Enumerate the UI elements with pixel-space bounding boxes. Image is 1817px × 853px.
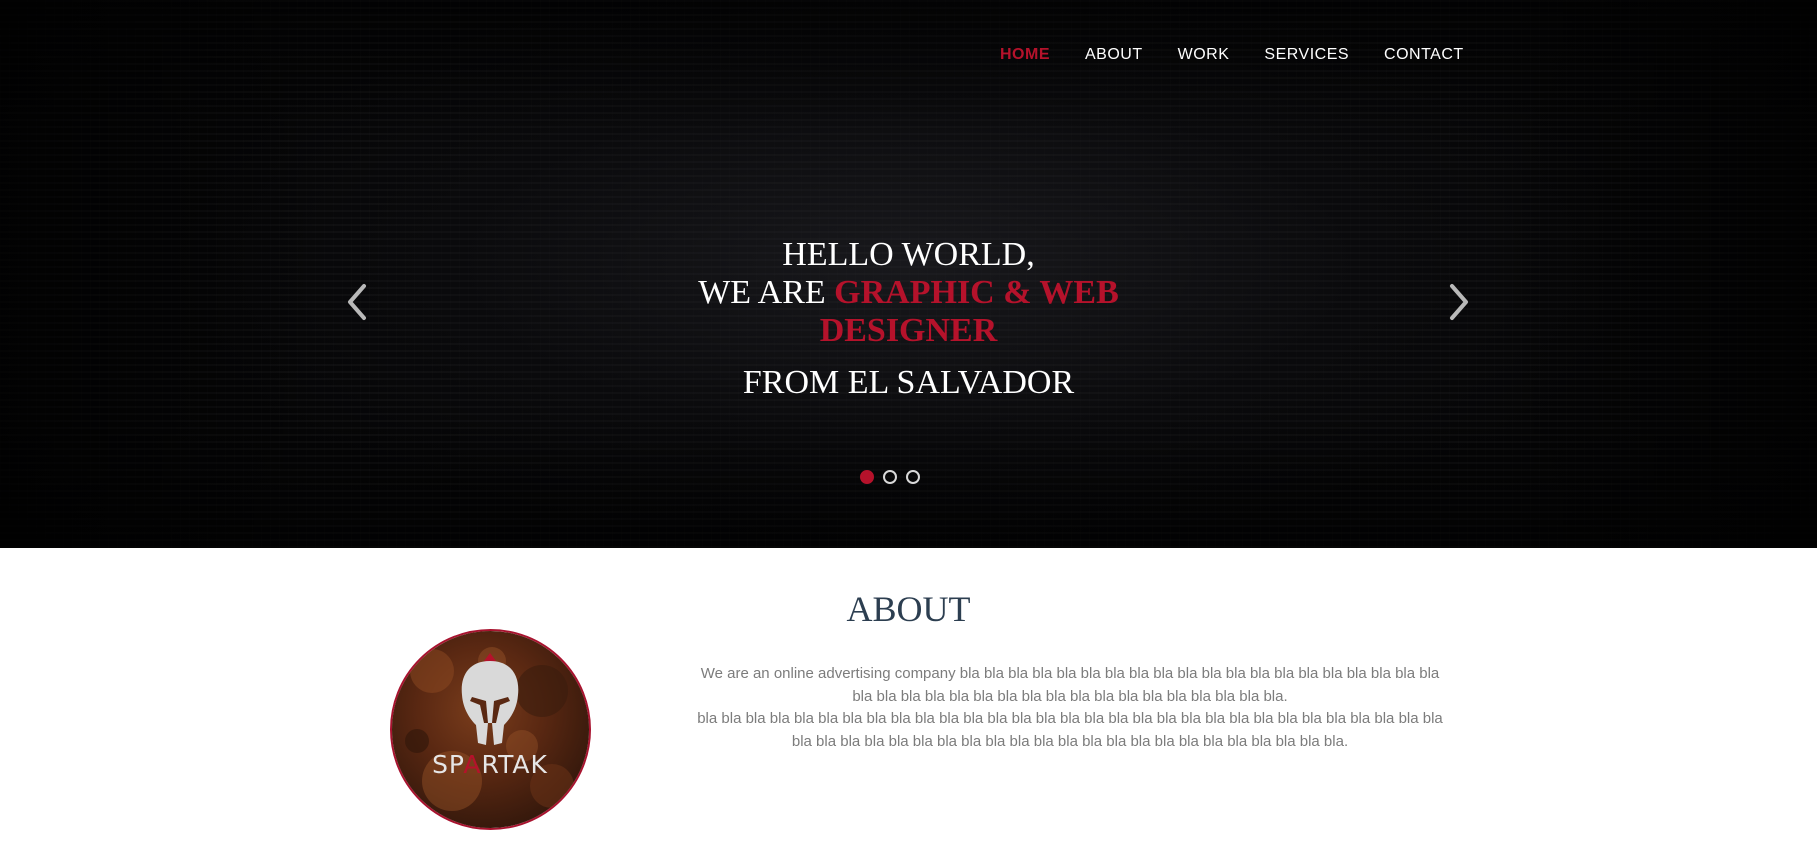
slide-dot-2[interactable] — [883, 470, 897, 484]
hero-line-2-accent: GRAPHIC & WEB DESIGNER — [819, 274, 1119, 349]
nav-item-home[interactable]: HOME — [1000, 46, 1050, 64]
hero-line-2: WE ARE GRAPHIC & WEB DESIGNER — [694, 274, 1124, 350]
about-description: We are an online advertising company bla… — [695, 663, 1445, 753]
hero-line-3: FROM EL SALVADOR — [742, 364, 1075, 401]
hero-line-1: HELLO WORLD, — [782, 236, 1035, 273]
nav-item-about[interactable]: ABOUT — [1085, 46, 1143, 64]
svg-text:SPARTAK: SPARTAK — [432, 750, 548, 779]
slide-indicators — [860, 470, 929, 484]
prev-slide-button[interactable] — [344, 282, 372, 322]
slide-dot-1[interactable] — [860, 470, 874, 484]
main-nav: HOME ABOUT WORK SERVICES CONTACT — [1000, 46, 1499, 64]
hero-headline: HELLO WORLD, WE ARE GRAPHIC & WEB DESIGN… — [0, 236, 1817, 402]
nav-item-services[interactable]: SERVICES — [1264, 46, 1349, 64]
nav-item-contact[interactable]: CONTACT — [1384, 46, 1464, 64]
hero-slider: HOME ABOUT WORK SERVICES CONTACT HELLO W… — [0, 0, 1817, 548]
about-section: ABOUT SPARTAK We are an online advertisi… — [0, 548, 1817, 853]
about-title: ABOUT — [846, 589, 971, 629]
next-slide-button[interactable] — [1444, 282, 1472, 322]
spartak-logo-image: SPARTAK — [392, 631, 589, 828]
about-paragraph-2: bla bla bla bla bla bla bla bla bla bla … — [697, 710, 1443, 750]
chevron-right-icon — [1450, 284, 1468, 320]
nav-item-work[interactable]: WORK — [1178, 46, 1230, 64]
about-paragraph-1: We are an online advertising company bla… — [700, 665, 1440, 705]
slide-dot-3[interactable] — [906, 470, 920, 484]
chevron-left-icon — [348, 284, 366, 320]
hero-line-2-prefix: WE ARE — [698, 274, 835, 311]
spartak-logo: SPARTAK — [390, 629, 591, 830]
